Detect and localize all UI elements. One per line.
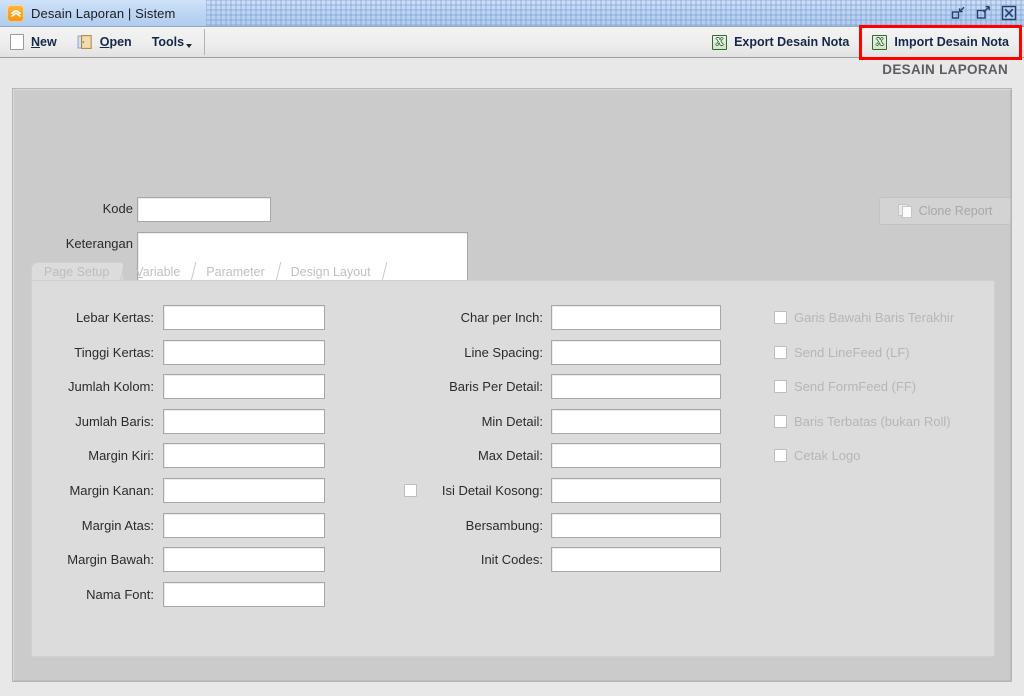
tab-design-layout[interactable]: Design Layout	[279, 262, 387, 281]
tabstrip: Page Setup Variable Parameter Design Layout	[31, 262, 995, 282]
checkbox-label: Cetak Logo	[794, 448, 861, 464]
field-label: Char per Inch:	[460, 310, 543, 325]
chevrons-hexagon-icon	[7, 4, 24, 22]
field-label: Tinggi Kertas:	[74, 344, 154, 360]
clone-report-button[interactable]: Clone Report	[879, 197, 1011, 225]
field-label: Margin Kiri:	[88, 448, 154, 464]
clone-report-label: Clone Report	[918, 204, 993, 218]
field-input[interactable]	[163, 408, 325, 434]
import-desain-nota-highlight: X Import Desain Nota	[859, 24, 1022, 60]
kode-label: Kode	[102, 201, 133, 216]
excel-icon: X	[712, 34, 728, 50]
field-label: Bersambung:	[465, 517, 543, 533]
tab-page-setup[interactable]: Page Setup	[31, 262, 126, 282]
checkbox[interactable]	[774, 414, 787, 428]
option-garis-bawahi-baris-terakhir[interactable]: Garis Bawahi Baris Terakhir	[774, 310, 954, 325]
checkbox-label: Garis Bawahi Baris Terakhir	[794, 310, 955, 325]
field-label: Margin Kanan:	[69, 483, 154, 498]
field-label: Max Detail:	[477, 448, 543, 464]
toolbar-separator	[204, 29, 206, 55]
tools-menu-button[interactable]: Tools	[142, 28, 202, 57]
field-label: Jumlah Baris:	[75, 413, 154, 429]
field-label: Line Spacing:	[464, 344, 543, 360]
field-input[interactable]	[163, 512, 325, 538]
window-title: Desain Laporan | Sistem	[31, 5, 176, 21]
field-label: Lebar Kertas:	[75, 310, 154, 325]
open-button-label: Open	[99, 35, 132, 49]
tab-label: Variable	[135, 264, 181, 279]
tools-button-label: Tools	[151, 35, 185, 49]
field-input[interactable]	[163, 339, 325, 365]
field-label: Jumlah Kolom:	[68, 379, 154, 395]
tab-variable[interactable]: Variable	[123, 262, 197, 281]
tab-parameter[interactable]: Parameter	[194, 262, 282, 281]
field-label: Init Codes:	[480, 552, 543, 568]
chevron-down-icon	[186, 43, 193, 48]
field-label: Margin Atas:	[81, 517, 154, 533]
option-baris-terbatas-bukan-roll[interactable]: Baris Terbatas (bukan Roll)	[774, 414, 951, 429]
field-input[interactable]	[551, 443, 721, 469]
field-input[interactable]	[551, 547, 721, 573]
field-input[interactable]	[163, 443, 325, 469]
field-input[interactable]	[551, 374, 721, 400]
close-button[interactable]	[999, 3, 1018, 22]
checkbox[interactable]	[774, 345, 787, 359]
field-input[interactable]	[163, 547, 325, 573]
checkbox-label: Send FormFeed (FF)	[794, 379, 917, 395]
field-label: Nama Font:	[86, 586, 154, 602]
field-input[interactable]	[551, 339, 721, 365]
checkbox[interactable]	[774, 380, 787, 394]
window-controls	[949, 3, 1018, 22]
field-input[interactable]	[163, 374, 325, 400]
tab-label: Page Setup	[44, 265, 110, 279]
page-icon	[10, 34, 24, 50]
tab-label: Parameter	[206, 264, 265, 279]
excel-icon: X	[872, 34, 888, 50]
option-cetak-logo[interactable]: Cetak Logo	[774, 448, 861, 463]
restore-down-button[interactable]	[949, 3, 968, 22]
checkbox[interactable]	[774, 449, 787, 463]
field-label: Baris Per Detail:	[449, 379, 543, 395]
page-title: DESAIN LAPORAN	[882, 62, 1008, 77]
new-button[interactable]: New	[0, 28, 67, 57]
field-input[interactable]	[163, 581, 325, 607]
field-input[interactable]	[163, 305, 325, 330]
field-input[interactable]	[551, 512, 721, 538]
field-input[interactable]	[551, 408, 721, 434]
option-send-formfeed-ff[interactable]: Send FormFeed (FF)	[774, 379, 916, 394]
export-button-label: Export Desain Nota	[734, 35, 850, 49]
maximize-button[interactable]	[974, 3, 993, 22]
tab-separator	[372, 262, 387, 281]
field-input[interactable]	[551, 305, 721, 330]
field-input[interactable]	[551, 478, 721, 503]
open-button[interactable]: Open	[67, 28, 142, 57]
checkbox-label: Baris Terbatas (bukan Roll)	[794, 413, 951, 429]
option-send-linefeed-lf[interactable]: Send LineFeed (LF)	[774, 345, 910, 360]
checkbox[interactable]	[774, 311, 787, 324]
designer-panel: Kode Keterangan Clone Report Page Setup V…	[12, 88, 1012, 682]
export-desain-nota-button[interactable]: X Export Desain Nota	[702, 28, 859, 57]
field-label: Isi Detail Kosong:	[441, 483, 543, 498]
page-setup-panel: Lebar Kertas: Tinggi Kertas: Jumlah Kolom:…	[31, 280, 995, 657]
folder-open-icon	[77, 34, 93, 50]
field-label: Margin Bawah:	[67, 552, 154, 568]
field-label: Min Detail:	[481, 413, 543, 429]
field-input[interactable]	[163, 478, 325, 503]
tab-label: Design Layout	[290, 264, 371, 279]
new-button-label: New	[31, 35, 57, 49]
keterangan-label: Keterangan	[65, 236, 133, 251]
window-titlebar: Desain Laporan | Sistem	[0, 0, 1024, 27]
kode-input[interactable]	[137, 197, 271, 222]
checkbox-label: Send LineFeed (LF)	[794, 344, 910, 360]
import-button-label: Import Desain Nota	[894, 35, 1009, 49]
import-desain-nota-button[interactable]: X Import Desain Nota	[862, 28, 1019, 57]
copy-icon	[897, 203, 913, 219]
main-toolbar: New Open Tools X Export Desain Nota X Im…	[0, 24, 1024, 60]
